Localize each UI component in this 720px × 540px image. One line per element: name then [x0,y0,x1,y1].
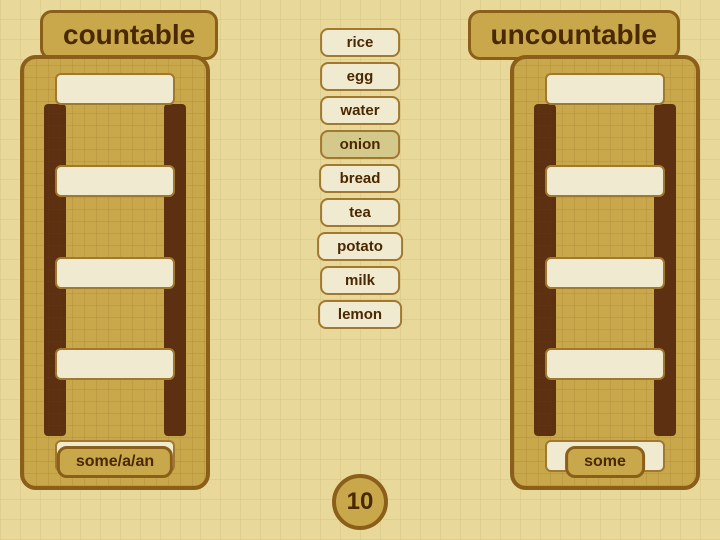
left-rung-3 [32,257,198,289]
left-slot-3[interactable] [55,257,175,289]
left-rung-1 [32,73,198,105]
word-list: rice egg water onion bread tea potato milk lemon [317,28,403,329]
left-ladder-rungs [32,69,198,476]
right-slot-1[interactable] [545,73,665,105]
right-rung-2 [522,165,688,197]
right-slot-2[interactable] [545,165,665,197]
right-rung-3 [522,257,688,289]
word-card-lemon[interactable]: lemon [318,300,402,329]
word-card-milk[interactable]: milk [320,266,400,295]
uncountable-ladder: some [510,55,700,490]
right-ladder-rungs [522,69,688,476]
right-ladder-label: some [565,446,645,478]
word-card-bread[interactable]: bread [320,164,401,193]
left-slot-4[interactable] [55,348,175,380]
right-rung-1 [522,73,688,105]
word-card-rice[interactable]: rice [320,28,400,57]
countable-header: countable [40,10,218,60]
word-card-water[interactable]: water [320,96,400,125]
left-ladder-label: some/a/an [57,446,173,478]
left-slot-1[interactable] [55,73,175,105]
score-badge: 10 [332,474,388,530]
right-rung-4 [522,348,688,380]
right-slot-3[interactable] [545,257,665,289]
uncountable-header: uncountable [468,10,680,60]
word-card-potato[interactable]: potato [317,232,403,261]
right-slot-4[interactable] [545,348,665,380]
word-card-tea[interactable]: tea [320,198,400,227]
word-card-onion[interactable]: onion [320,130,401,159]
score-value: 10 [347,488,374,516]
left-rung-4 [32,348,198,380]
countable-ladder: some/a/an [20,55,210,490]
left-slot-2[interactable] [55,165,175,197]
left-rung-2 [32,165,198,197]
word-card-egg[interactable]: egg [320,62,400,91]
